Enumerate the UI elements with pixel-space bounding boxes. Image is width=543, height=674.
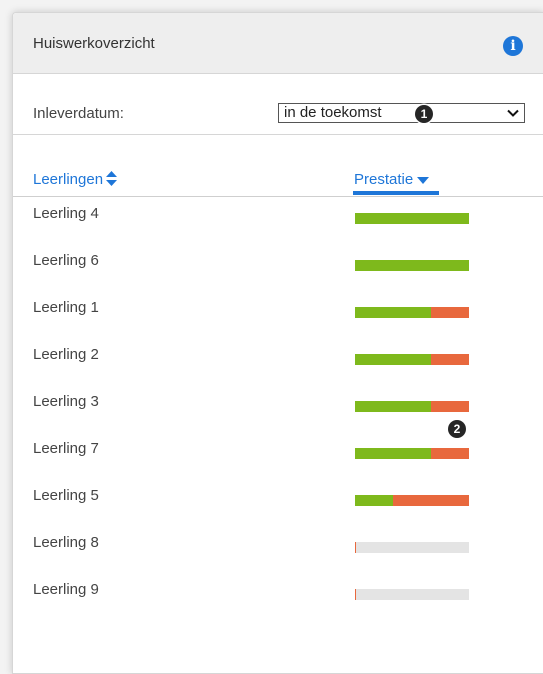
chevron-down-icon bbox=[507, 109, 519, 117]
due-date-select[interactable]: in de toekomst bbox=[278, 103, 525, 123]
student-row[interactable]: Leerling 5 bbox=[13, 479, 543, 526]
performance-bar bbox=[355, 448, 469, 459]
bar-good-segment bbox=[355, 307, 432, 318]
bar-bad-segment bbox=[431, 354, 469, 365]
student-name: Leerling 7 bbox=[33, 440, 99, 457]
performance-bar bbox=[355, 213, 469, 224]
callout-marker-1: 1 bbox=[415, 105, 433, 123]
panel-title: Huiswerkoverzicht bbox=[33, 35, 155, 52]
student-row[interactable]: Leerling 3 2 bbox=[13, 385, 543, 438]
bar-good-segment bbox=[355, 354, 432, 365]
due-date-selected-value: in de toekomst bbox=[284, 104, 382, 121]
performance-column-label: Prestatie bbox=[354, 171, 414, 188]
bar-good-segment bbox=[355, 213, 469, 224]
due-date-filter-row: Inleverdatum: in de toekomst 1 bbox=[13, 74, 543, 135]
bar-good-segment bbox=[355, 401, 432, 412]
student-name: Leerling 6 bbox=[33, 252, 99, 269]
student-name: Leerling 2 bbox=[33, 346, 99, 363]
bar-good-segment bbox=[355, 448, 432, 459]
bar-bad-segment bbox=[431, 307, 469, 318]
performance-bar bbox=[355, 260, 469, 271]
student-row[interactable]: Leerling 1 bbox=[13, 291, 543, 338]
bar-bad-segment bbox=[431, 448, 469, 459]
bar-good-segment bbox=[355, 495, 393, 506]
performance-bar bbox=[355, 354, 469, 365]
students-column-header[interactable]: Leerlingen bbox=[33, 171, 118, 188]
student-name: Leerling 1 bbox=[33, 299, 99, 316]
info-icon[interactable]: i bbox=[503, 36, 523, 56]
homework-overview-panel: Huiswerkoverzicht i Inleverdatum: in de … bbox=[12, 12, 543, 674]
student-name: Leerling 9 bbox=[33, 581, 99, 598]
active-sort-underline bbox=[353, 191, 439, 195]
performance-bar bbox=[355, 542, 469, 553]
student-row[interactable]: Leerling 4 bbox=[13, 197, 543, 244]
student-row[interactable]: Leerling 6 bbox=[13, 244, 543, 291]
performance-bar bbox=[355, 401, 469, 412]
performance-bar bbox=[355, 589, 469, 600]
student-row[interactable]: Leerling 2 bbox=[13, 338, 543, 385]
student-name: Leerling 8 bbox=[33, 534, 99, 551]
student-name: Leerling 3 bbox=[33, 393, 99, 410]
sort-down-icon bbox=[417, 177, 430, 184]
column-header-row: Leerlingen Prestatie bbox=[13, 134, 543, 197]
student-row[interactable]: Leerling 7 bbox=[13, 432, 543, 479]
bar-good-segment bbox=[355, 260, 469, 271]
sort-both-icon bbox=[106, 171, 118, 186]
due-date-label: Inleverdatum: bbox=[33, 105, 124, 122]
panel-header: Huiswerkoverzicht i bbox=[13, 13, 543, 74]
bar-bad-segment bbox=[392, 495, 469, 506]
student-row[interactable]: Leerling 9 bbox=[13, 573, 543, 620]
student-row[interactable]: Leerling 8 bbox=[13, 526, 543, 573]
students-column-label: Leerlingen bbox=[33, 171, 104, 188]
performance-bar bbox=[355, 307, 469, 318]
performance-column-header[interactable]: Prestatie bbox=[354, 171, 430, 188]
student-name: Leerling 5 bbox=[33, 487, 99, 504]
bar-bad-segment bbox=[431, 401, 469, 412]
student-name: Leerling 4 bbox=[33, 205, 99, 222]
performance-bar bbox=[355, 495, 469, 506]
